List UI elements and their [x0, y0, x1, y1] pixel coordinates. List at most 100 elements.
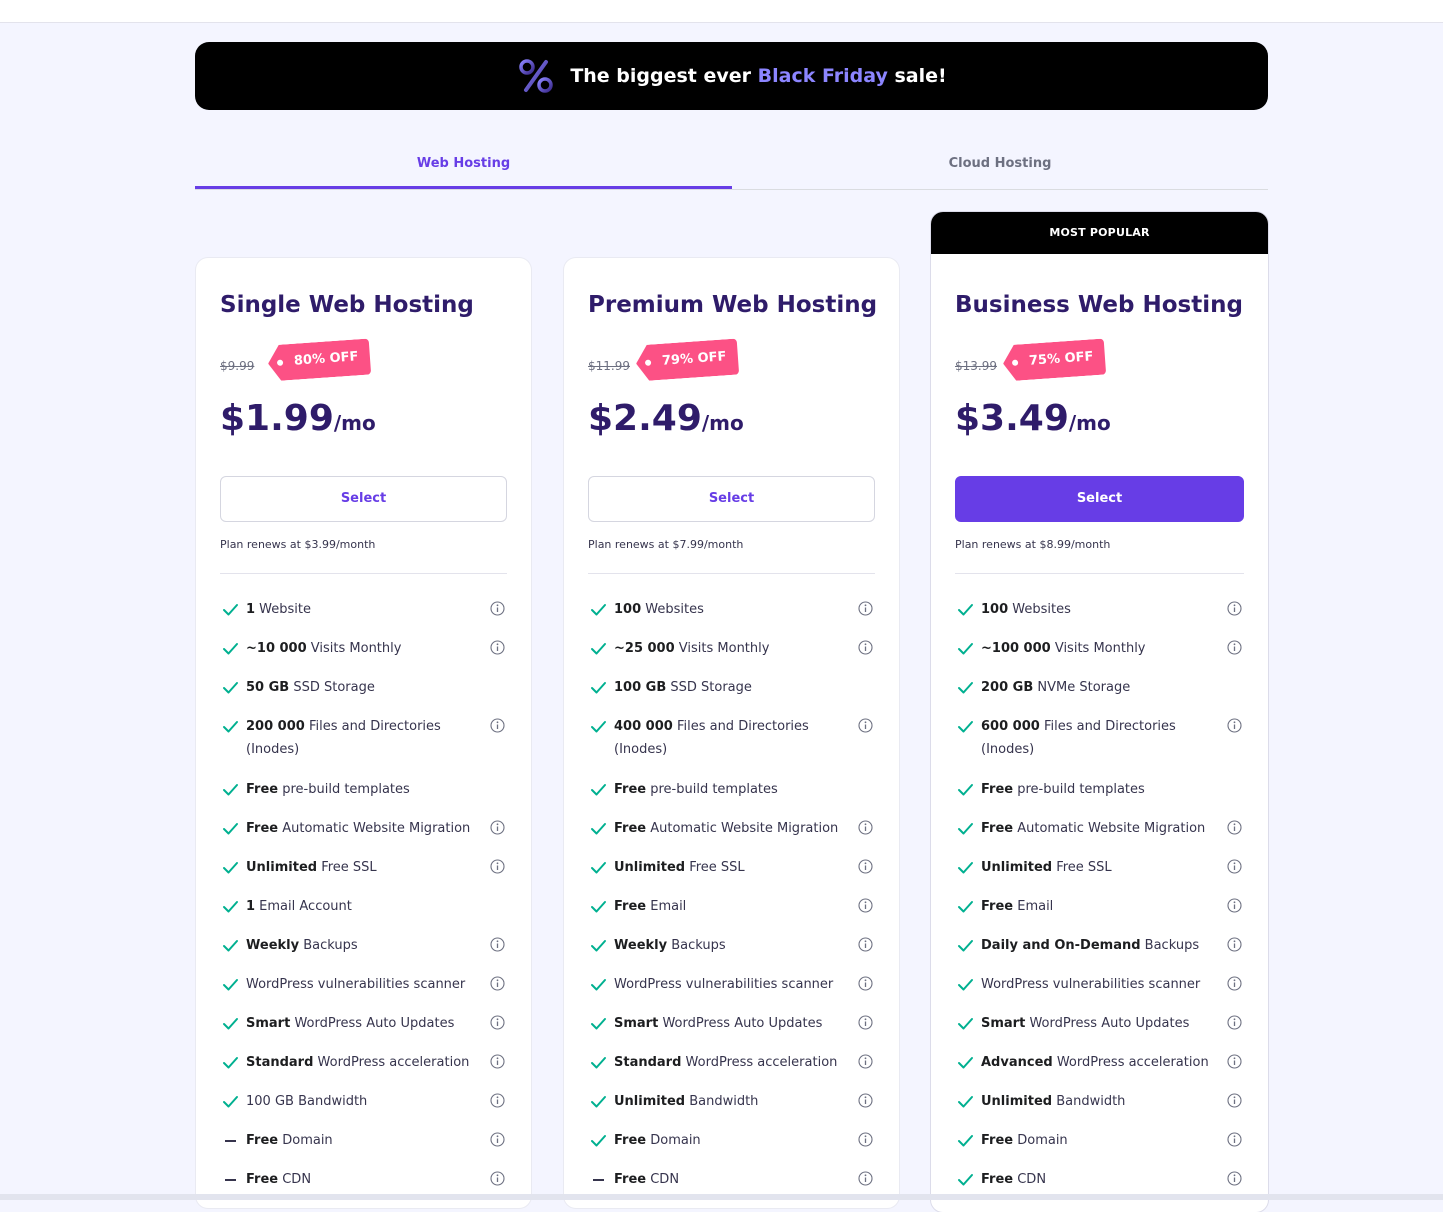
check-icon — [223, 682, 238, 694]
info-icon[interactable] — [1227, 976, 1242, 991]
feature-text: Free pre-build templates — [614, 782, 778, 797]
info-icon[interactable] — [490, 1171, 505, 1186]
feature-item: Unlimited Free SSL — [220, 856, 507, 895]
info-icon[interactable] — [1227, 820, 1242, 835]
feature-item: Free pre-build templates — [955, 778, 1244, 817]
plan-price: $2.49/mo — [588, 398, 744, 439]
feature-label: Website — [255, 602, 312, 617]
feature-label: CDN — [1013, 1172, 1047, 1187]
banner-text: The biggest ever Black Friday sale! — [570, 65, 947, 87]
renewal-note: Plan renews at $7.99/month — [588, 538, 744, 551]
info-icon[interactable] — [490, 1132, 505, 1147]
info-icon[interactable] — [858, 859, 873, 874]
feature-item: Advanced WordPress acceleration — [955, 1051, 1244, 1090]
info-icon[interactable] — [490, 976, 505, 991]
feature-label: SSD Storage — [289, 680, 375, 695]
feature-text: Free Automatic Website Migration — [981, 821, 1205, 836]
info-icon[interactable] — [858, 1132, 873, 1147]
feature-item: WordPress vulnerabilities scanner — [220, 973, 507, 1012]
feature-item: ~25 000 Visits Monthly — [588, 637, 875, 676]
select-button[interactable]: Select — [955, 476, 1244, 522]
info-icon[interactable] — [1227, 1015, 1242, 1030]
info-icon[interactable] — [490, 1054, 505, 1069]
feature-item: Weekly Backups — [220, 934, 507, 973]
feature-highlight: 100 — [614, 602, 642, 617]
info-icon[interactable] — [858, 1015, 873, 1030]
info-icon[interactable] — [490, 640, 505, 655]
info-icon[interactable] — [490, 718, 505, 733]
feature-text: 1 Website — [246, 602, 311, 617]
check-icon — [958, 643, 973, 655]
black-friday-banner[interactable]: The biggest ever Black Friday sale! — [195, 42, 1268, 110]
check-icon — [591, 643, 606, 655]
feature-label: WordPress acceleration — [681, 1055, 838, 1070]
info-icon[interactable] — [858, 898, 873, 913]
feature-highlight: Standard — [614, 1055, 682, 1070]
feature-text: 200 GB NVMe Storage — [981, 680, 1130, 695]
feature-label: 100 GB Bandwidth — [246, 1094, 368, 1109]
feature-text: Free CDN — [246, 1172, 311, 1187]
check-icon — [223, 940, 238, 952]
select-button[interactable]: Select — [588, 476, 875, 522]
info-icon[interactable] — [858, 937, 873, 952]
renewal-note: Plan renews at $3.99/month — [220, 538, 376, 551]
info-icon[interactable] — [1227, 859, 1242, 874]
feature-label: pre-build templates — [278, 782, 410, 797]
feature-label: WordPress vulnerabilities scanner — [981, 977, 1201, 992]
feature-item: WordPress vulnerabilities scanner — [955, 973, 1244, 1012]
feature-text: WordPress vulnerabilities scanner — [981, 977, 1200, 992]
feature-label: Backups — [1140, 938, 1200, 953]
info-icon[interactable] — [858, 718, 873, 733]
info-icon[interactable] — [858, 640, 873, 655]
feature-label: WordPress Auto Updates — [658, 1016, 823, 1031]
feature-highlight: Unlimited — [614, 860, 686, 875]
tab-web-hosting[interactable]: Web Hosting — [195, 140, 732, 189]
info-icon[interactable] — [1227, 898, 1242, 913]
info-icon[interactable] — [858, 1171, 873, 1186]
info-icon[interactable] — [490, 1093, 505, 1108]
info-icon[interactable] — [490, 1015, 505, 1030]
info-icon[interactable] — [490, 820, 505, 835]
info-icon[interactable] — [858, 820, 873, 835]
feature-highlight: Smart — [614, 1016, 659, 1031]
info-icon[interactable] — [1227, 1054, 1242, 1069]
info-icon[interactable] — [1227, 1093, 1242, 1108]
feature-item: Free Automatic Website Migration — [588, 817, 875, 856]
info-icon[interactable] — [490, 601, 505, 616]
plan-price: $1.99/mo — [220, 398, 376, 439]
plan-card-single: Single Web Hosting $9.99 80% OFF $1.99/m… — [196, 258, 531, 1208]
tab-cloud-hosting[interactable]: Cloud Hosting — [732, 140, 1268, 188]
feature-text: 200 000 Files and Directories (Inodes) — [246, 719, 441, 757]
feature-highlight: ~100 000 — [981, 641, 1051, 656]
select-button[interactable]: Select — [220, 476, 507, 522]
info-icon[interactable] — [1227, 718, 1242, 733]
check-icon — [958, 940, 973, 952]
feature-text: 100 GB Bandwidth — [246, 1094, 367, 1109]
check-icon — [958, 721, 973, 733]
info-icon[interactable] — [1227, 937, 1242, 952]
info-icon[interactable] — [490, 859, 505, 874]
feature-highlight: 200 000 — [246, 719, 305, 734]
dash-icon — [225, 1179, 236, 1181]
divider — [220, 573, 507, 574]
info-icon[interactable] — [858, 601, 873, 616]
info-icon[interactable] — [1227, 1171, 1242, 1186]
feature-label: WordPress vulnerabilities scanner — [246, 977, 466, 992]
info-icon[interactable] — [1227, 601, 1242, 616]
info-icon[interactable] — [858, 976, 873, 991]
feature-label: WordPress acceleration — [313, 1055, 470, 1070]
feature-highlight: Weekly — [246, 938, 300, 953]
feature-label: CDN — [278, 1172, 312, 1187]
feature-highlight: Unlimited — [981, 1094, 1053, 1109]
feature-highlight: Free — [246, 1133, 279, 1148]
check-icon — [591, 721, 606, 733]
page-bottom-edge — [0, 1194, 1443, 1200]
info-icon[interactable] — [1227, 1132, 1242, 1147]
info-icon[interactable] — [858, 1093, 873, 1108]
feature-text: Smart WordPress Auto Updates — [246, 1016, 454, 1031]
info-icon[interactable] — [1227, 640, 1242, 655]
info-icon[interactable] — [490, 937, 505, 952]
info-icon[interactable] — [858, 1054, 873, 1069]
feature-text: Unlimited Free SSL — [614, 860, 745, 875]
feature-text: Unlimited Bandwidth — [981, 1094, 1125, 1109]
